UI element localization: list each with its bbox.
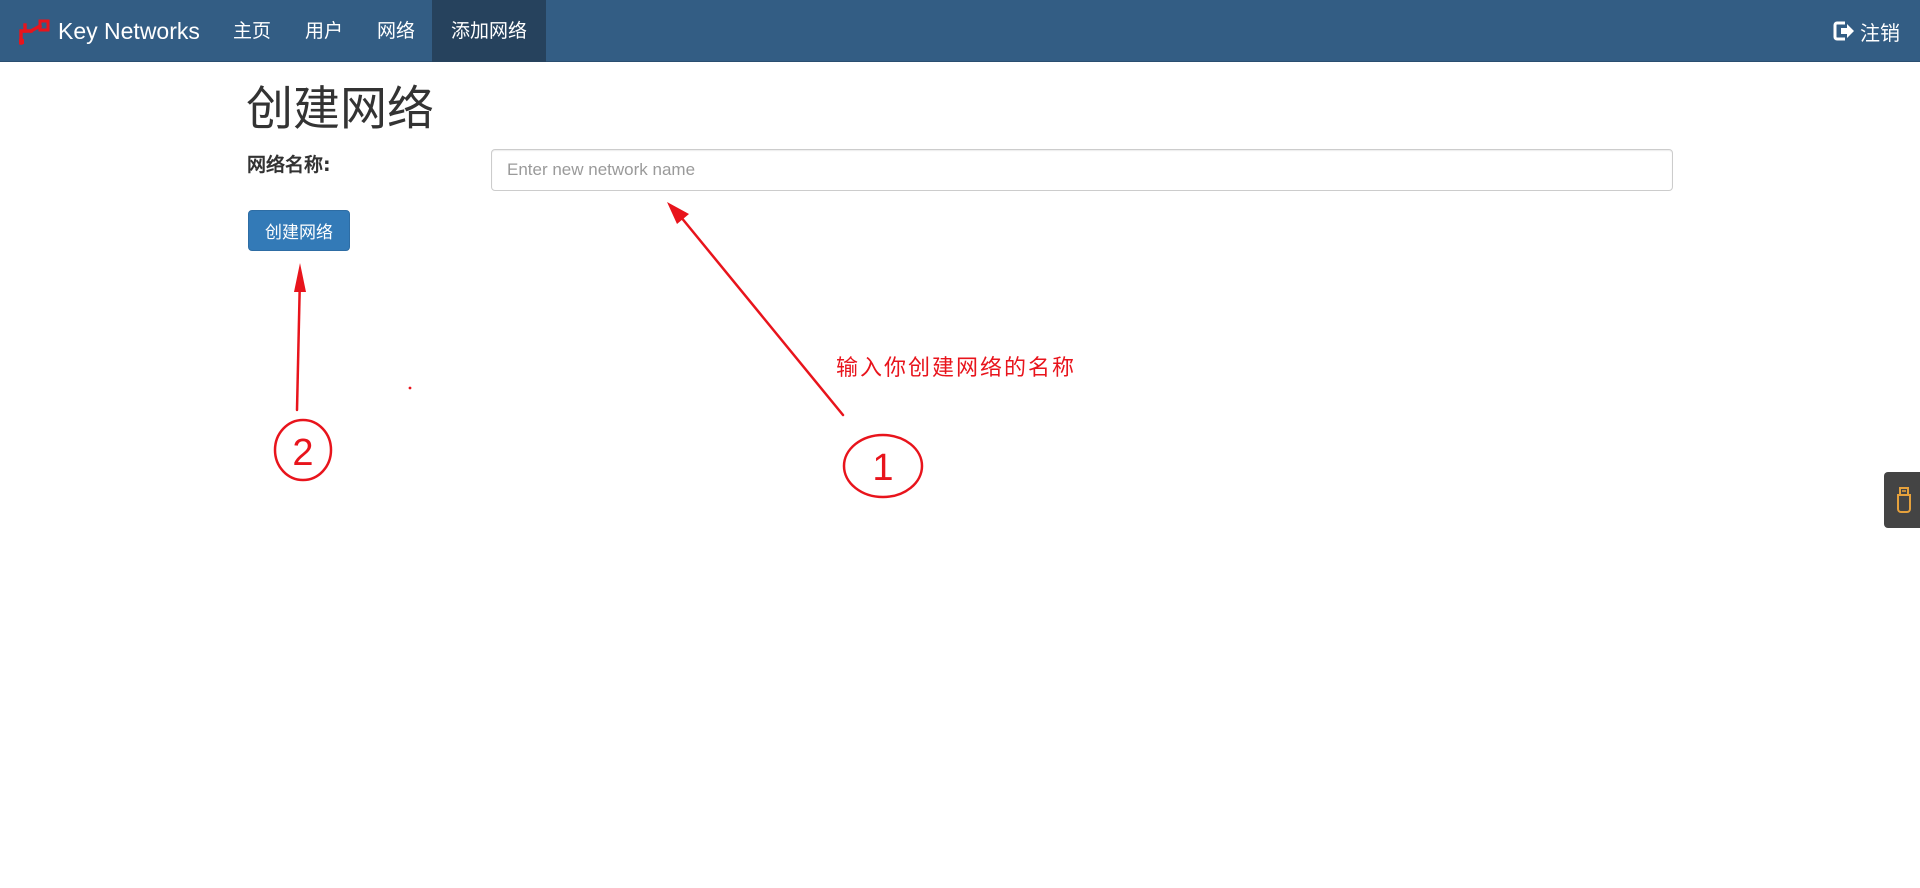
annotation-arrowhead-1 bbox=[667, 202, 689, 224]
annotation-arrow-2 bbox=[295, 273, 302, 412]
logout-link[interactable]: 注销 bbox=[1832, 0, 1900, 62]
create-network-button[interactable]: 创建网络 bbox=[248, 210, 350, 251]
main-nav: 主页 用户 网络 添加网络 bbox=[216, 0, 547, 62]
annotation-marker-1: 1 bbox=[872, 447, 893, 489]
nav-item-add-network[interactable]: 添加网络 bbox=[432, 0, 547, 62]
annotation-arrow-1 bbox=[674, 209, 845, 417]
logout-label: 注销 bbox=[1860, 20, 1900, 45]
top-navbar: Key Networks 主页 用户 网络 添加网络 注销 bbox=[0, 0, 1920, 62]
network-name-input[interactable] bbox=[491, 149, 1673, 191]
annotation-circle-1 bbox=[842, 433, 924, 499]
brand-link[interactable]: Key Networks bbox=[18, 0, 200, 62]
nav-item-home[interactable]: 主页 bbox=[216, 0, 288, 62]
nav-item-networks[interactable]: 网络 bbox=[360, 0, 432, 62]
side-plugin-button[interactable] bbox=[1884, 472, 1920, 528]
plugin-icon bbox=[1897, 487, 1911, 513]
annotation-circle-2 bbox=[273, 418, 333, 482]
annotation-note: 输入你创建网络的名称 bbox=[836, 356, 1077, 381]
annotation-arrowhead-2 bbox=[294, 263, 306, 292]
sign-out-icon bbox=[1833, 21, 1854, 41]
annotation-dot bbox=[408, 386, 412, 390]
annotation-marker-2: 2 bbox=[292, 432, 313, 474]
page-title: 创建网络 bbox=[246, 82, 434, 137]
brand-name: Key Networks bbox=[58, 17, 200, 44]
key-icon bbox=[19, 19, 50, 45]
network-name-label: 网络名称: bbox=[247, 154, 331, 176]
nav-item-users[interactable]: 用户 bbox=[288, 0, 360, 62]
